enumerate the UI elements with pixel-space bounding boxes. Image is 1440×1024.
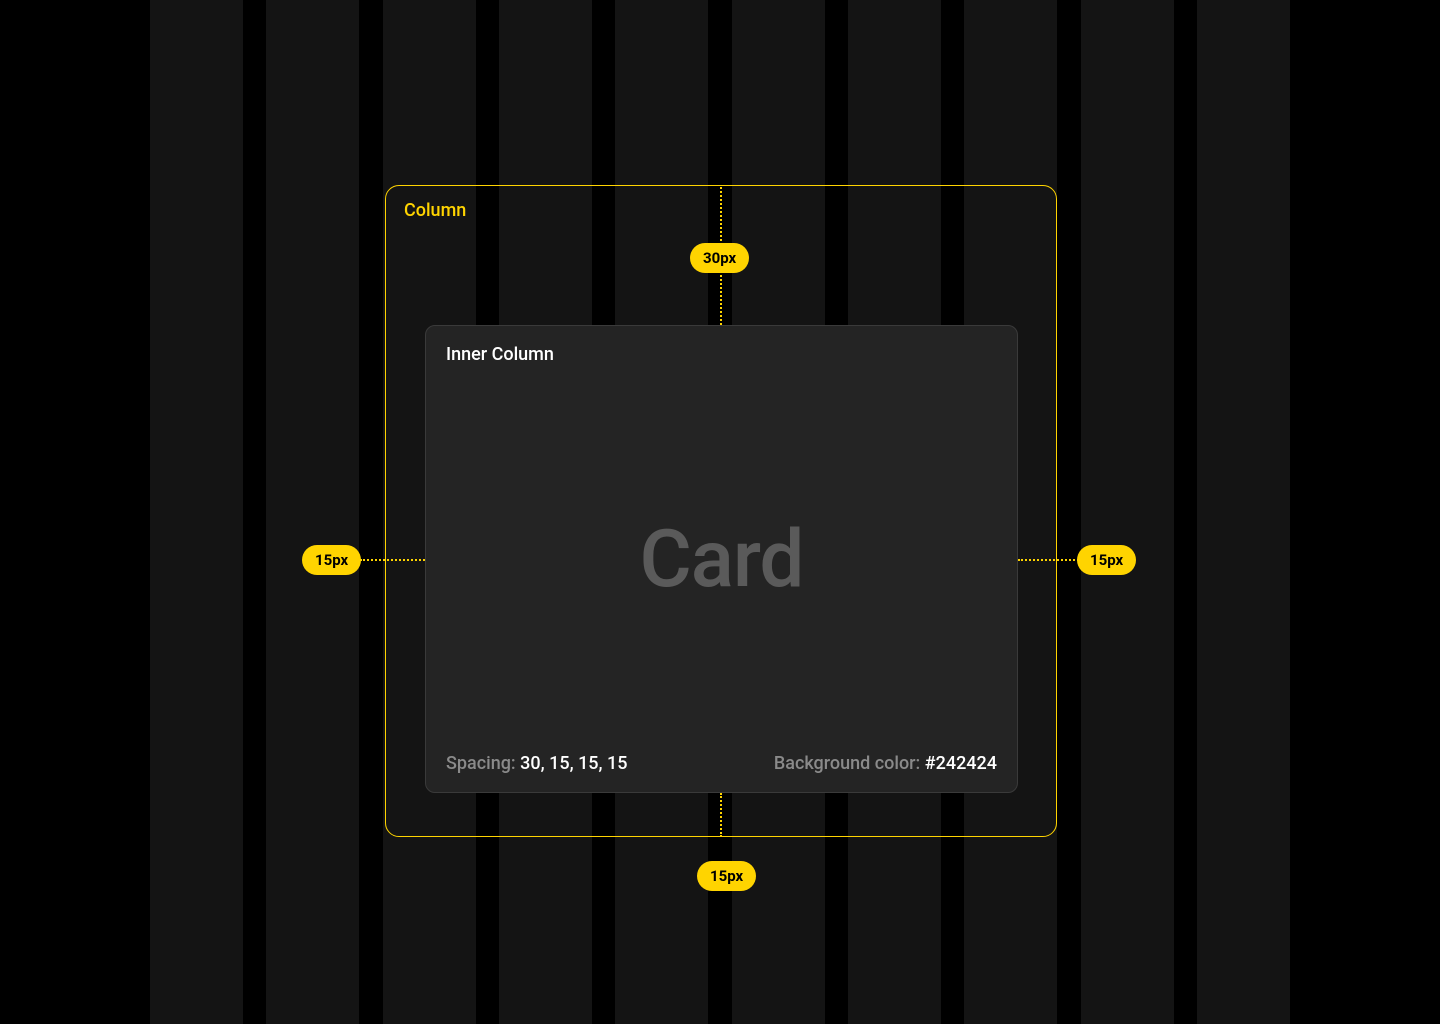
measure-line-left — [360, 559, 425, 561]
inner-column-card: Inner Column Card Spacing: 30, 15, 15, 1… — [425, 325, 1018, 793]
measure-pill-right: 15px — [1077, 545, 1136, 575]
outer-column-label: Column — [404, 200, 466, 221]
background-spec: Background color: #242424 — [774, 753, 997, 774]
measure-pill-bottom: 15px — [697, 861, 756, 891]
stripe — [1197, 0, 1290, 1024]
stripe — [1081, 0, 1174, 1024]
measure-pill-top: 30px — [690, 243, 749, 273]
spacing-spec: Spacing: 30, 15, 15, 15 — [446, 753, 628, 774]
stripe — [266, 0, 359, 1024]
measure-line-right — [1018, 559, 1083, 561]
background-key: Background color: — [774, 753, 925, 774]
card-spec-row: Spacing: 30, 15, 15, 15 Background color… — [446, 753, 997, 774]
measure-pill-left: 15px — [302, 545, 361, 575]
card-placeholder-text: Card — [640, 512, 804, 606]
spacing-value: 30, 15, 15, 15 — [520, 753, 627, 774]
stripe — [150, 0, 243, 1024]
measure-line-bottom — [720, 793, 722, 837]
inner-column-label: Inner Column — [446, 344, 554, 365]
diagram-stage: Column Inner Column Card Spacing: 30, 15… — [0, 0, 1440, 1024]
spacing-key: Spacing: — [446, 753, 520, 774]
background-value: #242424 — [925, 753, 997, 774]
